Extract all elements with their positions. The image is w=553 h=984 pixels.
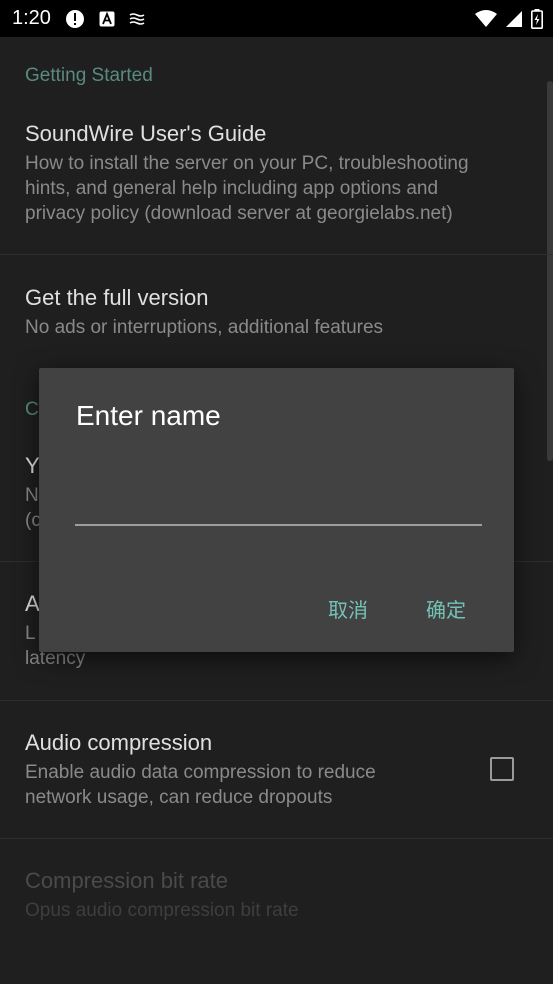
- dialog-title: Enter name: [76, 400, 221, 431]
- enter-name-dialog: Enter name 取消 确定: [39, 368, 514, 652]
- cancel-button[interactable]: 取消: [328, 594, 368, 623]
- name-input[interactable]: [75, 486, 482, 526]
- ok-button[interactable]: 确定: [426, 594, 466, 623]
- screen: 1:20 Getting Started SoundWire User's Gu…: [0, 0, 553, 984]
